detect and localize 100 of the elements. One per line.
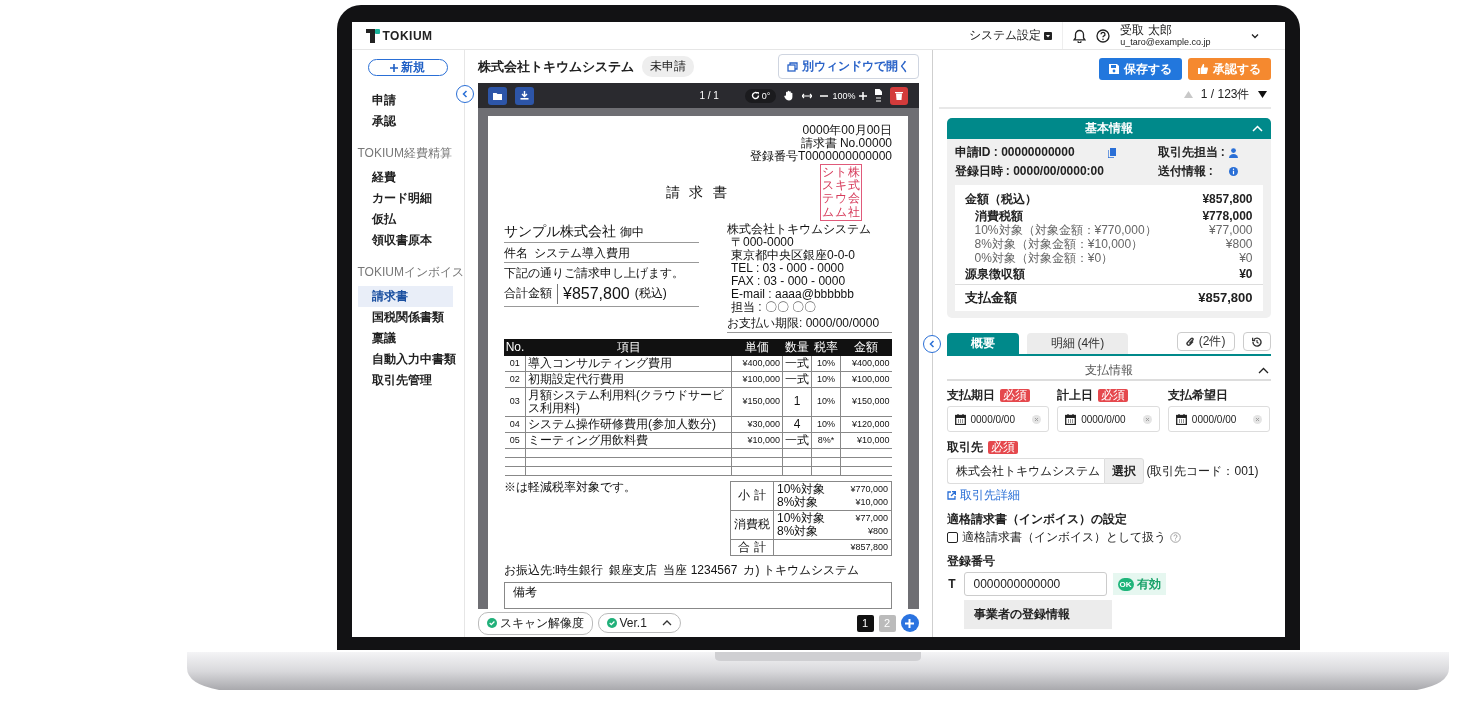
settings-menu[interactable]: システム設定	[969, 27, 1053, 44]
info-text: 取引先担当 :	[1157, 144, 1225, 161]
new-button[interactable]: 新規	[367, 59, 448, 76]
intro-text: 下記の通りご請求申し上げます。	[504, 266, 685, 280]
date-field[interactable]: 0000/0/00	[946, 406, 1050, 432]
nav-item[interactable]: 仮払	[357, 209, 453, 230]
required-badge: 必須	[987, 441, 1018, 454]
nav-item[interactable]: 請求書	[357, 286, 453, 307]
fit-width-icon[interactable]	[802, 92, 813, 99]
download-button[interactable]	[514, 86, 534, 105]
nav-item[interactable]: 取引先管理	[357, 370, 453, 391]
amount-value: ¥857,800	[1198, 290, 1253, 306]
window-icon	[786, 61, 798, 72]
table-cell: 02	[504, 371, 526, 388]
table-cell: 初期設定代行費用	[525, 371, 732, 388]
tab[interactable]: 明細 (4件)	[1026, 333, 1129, 354]
nav-item[interactable]: 領収書原本	[357, 230, 453, 251]
status-chip-button[interactable]: Ver.1	[597, 613, 681, 633]
invoice-meta-line: 請求書 No.00000	[799, 137, 892, 150]
tab[interactable]: 概要	[946, 333, 1019, 354]
trash-icon	[895, 91, 904, 100]
summary-line-label: 8%対象	[777, 524, 819, 538]
field-label: 計上日	[1057, 387, 1094, 404]
help-icon[interactable]	[1096, 28, 1111, 43]
info-text: 申請ID : 00000000000	[954, 144, 1076, 161]
section-title: 支払情報	[1084, 362, 1133, 379]
calendar-icon	[1065, 413, 1077, 425]
summary-value: ¥770,000	[850, 482, 888, 496]
table-cell: 01	[504, 355, 526, 372]
table-cell: 8%*	[811, 432, 841, 449]
copy-icon[interactable]	[1107, 147, 1116, 158]
hand-icon[interactable]	[784, 90, 795, 101]
bell-icon[interactable]	[1073, 28, 1087, 43]
folder-icon	[492, 91, 502, 100]
info-icon[interactable]	[1228, 167, 1238, 176]
date-field[interactable]: 0000/0/00	[1167, 406, 1271, 432]
summary-line-label: 10%対象	[777, 482, 826, 496]
partner-field[interactable]: 株式会社トキウムシステム	[946, 458, 1104, 484]
bank-info: カ) トキウムシステム	[743, 563, 859, 577]
folder-button[interactable]	[487, 86, 507, 105]
rotate-button[interactable]: 0°	[744, 88, 777, 103]
next-icon[interactable]	[1257, 91, 1267, 98]
document-title: 株式会社トキウムシステム	[477, 57, 634, 76]
delete-button[interactable]	[890, 86, 909, 105]
collapse-button[interactable]	[922, 335, 941, 353]
amount-label: 0%対象（対象金額：¥0）	[974, 251, 1114, 265]
plus-icon	[390, 63, 398, 72]
nav-item[interactable]: 経費	[357, 167, 453, 188]
nav-item[interactable]: 国税関係書類	[357, 307, 453, 328]
page-thumbnail-button[interactable]: 1	[856, 614, 874, 632]
add-page-button[interactable]	[900, 614, 919, 632]
required-badge: 必須	[999, 389, 1030, 402]
footnote: ※は軽減税率対象です。	[504, 480, 636, 494]
nav-item[interactable]: カード明細	[357, 188, 453, 209]
table-cell: 1	[782, 387, 812, 417]
page-layout-icon[interactable]	[875, 88, 883, 103]
amount-label: 消費税額	[974, 209, 1023, 223]
amount-value: ¥800	[1225, 237, 1253, 251]
table-cell: ¥30,000	[731, 416, 783, 433]
amount-value: ¥77,000	[1209, 223, 1253, 237]
table-cell: ¥400,000	[731, 355, 783, 372]
calendar-icon	[954, 413, 966, 425]
table-cell: ¥150,000	[731, 387, 783, 417]
subject-text: システム導入費用	[534, 246, 630, 260]
ok-badge: OK	[1117, 577, 1134, 591]
person-icon[interactable]	[1228, 147, 1238, 158]
logo-text: TOKIUM	[382, 28, 433, 43]
zoom-in-icon[interactable]	[859, 91, 868, 100]
chevron-up-icon[interactable]	[1257, 367, 1269, 374]
bank-info: 当座 1234567	[663, 563, 738, 577]
attachments-button[interactable]: (2件)	[1176, 332, 1235, 351]
history-button[interactable]	[1242, 332, 1271, 351]
date-field[interactable]: 0000/0/00	[1057, 406, 1160, 432]
check-icon	[606, 618, 617, 628]
table-cell: システム操作研修費用(参加人数分)	[525, 416, 732, 433]
nav-item[interactable]: 承認	[357, 111, 453, 132]
clear-icon	[1253, 414, 1263, 424]
open-window-button[interactable]: 別ウィンドウで開く	[777, 54, 919, 79]
address-line: E-mail : aaaa@bbbbbb	[730, 287, 855, 301]
zoom-level: 100%	[832, 90, 856, 101]
chevron-left-icon	[928, 340, 935, 348]
collapse-button[interactable]	[455, 85, 474, 103]
status-chip-button[interactable]: スキャン解像度	[477, 611, 593, 635]
nav-item[interactable]: 稟議	[357, 328, 453, 349]
partner-detail-link[interactable]: 取引先詳細	[946, 487, 1271, 504]
external-link-icon	[946, 491, 956, 500]
summary-value: ¥10,000	[855, 495, 888, 509]
user-menu[interactable]: 受取 太郎 u_taro@example.co.jp	[1120, 23, 1241, 48]
save-button[interactable]: 保存する	[1098, 58, 1182, 80]
caret-icon[interactable]	[1250, 32, 1259, 39]
column-header: 単価	[731, 339, 783, 356]
honorific: 御中	[620, 225, 644, 239]
recipient-name: サンプル株式会社	[504, 222, 616, 240]
table-cell: 10%	[811, 371, 841, 388]
checkbox-label: 適格請求書（インボイス）として扱う	[961, 529, 1166, 546]
nav-item[interactable]: 申請	[357, 90, 453, 111]
checkbox[interactable]	[946, 532, 958, 543]
table-cell: 10%	[811, 387, 841, 417]
registration-number-field[interactable]: 0000000000000	[963, 572, 1107, 596]
select-button[interactable]: 選択	[1103, 458, 1144, 484]
